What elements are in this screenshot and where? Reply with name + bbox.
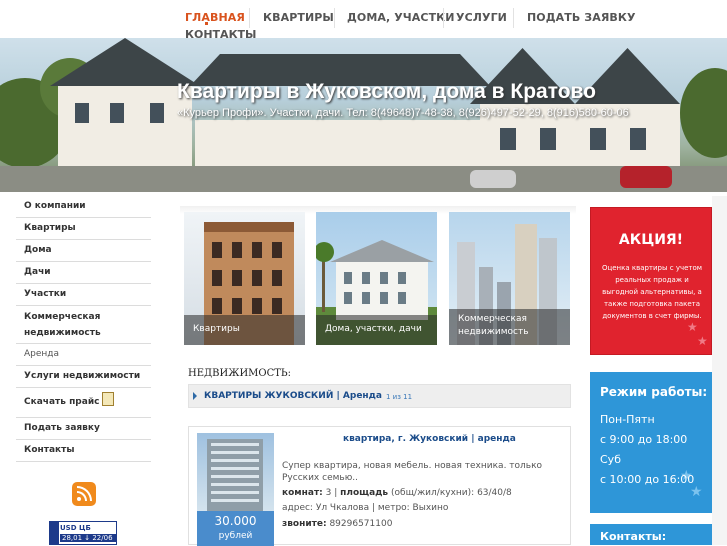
- sidebar-item-commercial[interactable]: Коммерческая недвижимость: [16, 306, 151, 344]
- arrow-right-icon: [193, 392, 197, 400]
- listing-currency: рублей: [218, 531, 253, 541]
- house-window: [590, 128, 606, 150]
- tile-commercial[interactable]: Коммерческая недвижимость: [449, 212, 570, 345]
- page-counter: 1 из 11: [386, 393, 413, 401]
- site-subtitle: «Курьер Профи». Участки, дачи. Тел: 8(49…: [177, 107, 629, 119]
- header-banner: Квартиры в Жуковском, дома в Кратово «Ку…: [0, 38, 727, 192]
- site-title: Квартиры в Жуковском, дома в Кратово: [177, 80, 597, 103]
- office-building-image: [207, 439, 263, 513]
- star-icon: ★: [690, 484, 703, 500]
- sidebar-download-price[interactable]: Скачать прайс: [16, 388, 151, 418]
- sidebar-item-dachas[interactable]: Дачи: [16, 262, 151, 284]
- listing-photo[interactable]: [197, 433, 274, 513]
- tile-commercial-label: Коммерческая недвижимость: [449, 309, 570, 345]
- sidebar-item-about[interactable]: О компании: [16, 196, 151, 218]
- nav-services[interactable]: УСЛУГИ: [456, 11, 507, 24]
- currency-widget[interactable]: USD ЦБ 28,01 ↓ 22/06: [49, 521, 117, 545]
- listing-description: Супер квартира, новая мебель. новая техн…: [282, 461, 543, 483]
- sidebar-item-houses[interactable]: Дома: [16, 240, 151, 262]
- nav-separator: [513, 8, 514, 28]
- hours-weekdays-time: с 9:00 до 18:00: [600, 433, 688, 446]
- star-icon: ★: [697, 334, 708, 348]
- sidebar-item-apartments[interactable]: Квартиры: [16, 218, 151, 240]
- listing-address: адрес: Ул Чкалова | метро: Выхино: [282, 503, 449, 513]
- rooms-label: комнат:: [282, 488, 323, 498]
- phone-label: звоните:: [282, 519, 327, 529]
- house-window: [150, 103, 164, 123]
- rss-arc: [77, 486, 92, 501]
- house-wall: [195, 120, 495, 170]
- sidebar-submit-request[interactable]: Подать заявку: [16, 418, 151, 440]
- car-illustration: [470, 170, 516, 188]
- tile-houses[interactable]: Дома, участки, дачи: [316, 212, 437, 345]
- area-label: площадь: [340, 488, 389, 498]
- listing-price: 30.000: [214, 514, 257, 528]
- area-value: 63/40/8: [477, 488, 512, 498]
- listing-card: 30.000 рублей квартира, г. Жуковский | а…: [188, 426, 571, 546]
- sidebar-item-rent[interactable]: Аренда: [16, 344, 151, 366]
- house-window: [540, 128, 556, 150]
- download-price-label: Скачать прайс: [24, 397, 100, 407]
- right-edge: [712, 196, 727, 545]
- nav-home[interactable]: ГЛАВНАЯ: [185, 11, 245, 24]
- tile-houses-label: Дома, участки, дачи: [316, 315, 437, 345]
- currency-value: 28,01 ↓ 22/06: [60, 534, 116, 542]
- road: [0, 166, 727, 192]
- nav-houses-plots[interactable]: ДОМА, УЧАСТКИ: [347, 11, 455, 24]
- nav-submit-request[interactable]: ПОДАТЬ ЗАЯВКУ: [527, 11, 636, 24]
- area-note: (общ/жил/кухни):: [391, 488, 475, 498]
- nav-apartments[interactable]: КВАРТИРЫ: [263, 11, 334, 24]
- car-illustration: [620, 166, 672, 188]
- nav-separator: [443, 8, 444, 28]
- currency-title: USD ЦБ: [60, 524, 91, 532]
- sidebar-item-plots[interactable]: Участки: [16, 284, 151, 306]
- breadcrumb: КВАРТИРЫ ЖУКОВСКИЙ | Аренда 1 из 11: [188, 384, 571, 408]
- star-icon: ★: [687, 320, 698, 334]
- listing-price-box: 30.000 рублей: [197, 511, 274, 546]
- document-icon[interactable]: [102, 392, 115, 406]
- promo-banner[interactable]: ★ ★ АКЦИЯ! Оценка квартиры с учетом реал…: [590, 207, 712, 355]
- phone-value: 89296571100: [329, 519, 393, 529]
- rss-icon[interactable]: [72, 482, 96, 506]
- section-title: НЕДВИЖИМОСТЬ:: [188, 368, 292, 379]
- sidebar-contacts[interactable]: Контакты: [16, 440, 151, 462]
- listing-rooms-area: комнат: 3 | площадь (общ/жил/кухни): 63/…: [282, 488, 512, 498]
- nav-separator: [334, 8, 335, 28]
- working-hours: ★ ★ Режим работы: Пон-Пятн с 9:00 до 18:…: [590, 372, 712, 513]
- rooms-value: 3: [325, 488, 332, 498]
- nav-active-marker: [205, 22, 208, 25]
- house-window: [500, 128, 516, 150]
- promo-title: АКЦИЯ!: [618, 232, 684, 248]
- breadcrumb-link[interactable]: КВАРТИРЫ ЖУКОВСКИЙ | Аренда: [204, 391, 382, 401]
- contacts-box[interactable]: Контакты:: [590, 524, 712, 545]
- tile-apartments-label: Квартиры: [184, 315, 305, 345]
- hours-saturday-time: с 10:00 до 16:00: [600, 473, 695, 486]
- hours-title: Режим работы:: [600, 385, 708, 399]
- tile-apartments[interactable]: Квартиры: [184, 212, 305, 345]
- hours-saturday: Суб: [600, 453, 621, 466]
- tree-illustration: [680, 68, 727, 158]
- house-window: [110, 103, 124, 123]
- listing-phone: звоните: 89296571100: [282, 519, 392, 529]
- house-wall: [58, 86, 192, 166]
- house-window: [75, 103, 89, 123]
- nav-separator: [249, 8, 250, 28]
- promo-text: Оценка квартиры с учетом реальных продаж…: [601, 264, 703, 320]
- currency-widget-side: [50, 522, 59, 544]
- sidebar-item-services[interactable]: Услуги недвижимости: [16, 366, 151, 388]
- listing-title[interactable]: квартира, г. Жуковский | аренда: [343, 434, 516, 444]
- hours-weekdays: Пон-Пятн: [600, 413, 655, 426]
- house-window: [630, 128, 646, 150]
- top-navigation: ГЛАВНАЯ КВАРТИРЫ ДОМА, УЧАСТКИ УСЛУГИ ПО…: [167, 0, 727, 41]
- left-sidebar: О компании Квартиры Дома Дачи Участки Ко…: [16, 196, 151, 462]
